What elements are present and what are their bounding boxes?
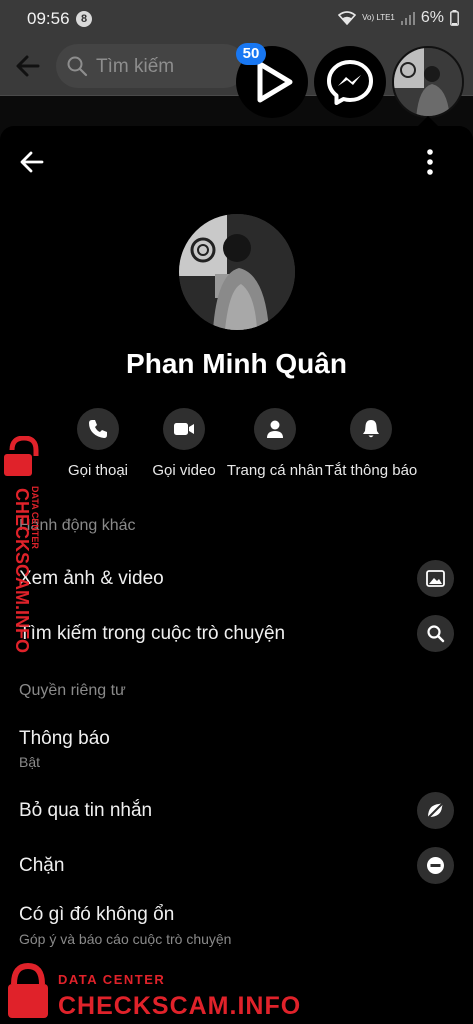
watermark-lock-icon: CHECKSCAM.INFO DATA CENTER	[4, 435, 40, 653]
back-button[interactable]	[14, 144, 50, 180]
person-icon	[267, 420, 283, 438]
something-wrong-description: Góp ý và báo cáo cuộc trò chuyện	[19, 931, 232, 947]
bell-icon	[363, 420, 379, 438]
block-icon	[427, 857, 444, 874]
section-title-privacy: Quyền riêng tư	[19, 682, 126, 699]
search-icon	[427, 625, 445, 643]
ignore-messages-label: Bỏ qua tin nhắn	[19, 800, 153, 821]
network-type: Vo) LTE1	[362, 13, 395, 22]
messenger-icon	[327, 60, 373, 105]
watermark-bottom: DATA CENTER CHECKSCAM.INFO	[6, 962, 306, 1022]
video-camera-icon	[174, 423, 194, 435]
battery-icon	[450, 10, 459, 26]
more-vertical-icon	[427, 149, 433, 175]
notifications-row[interactable]: Thông báo Bật	[0, 722, 473, 774]
ignore-messages-row[interactable]: Bỏ qua tin nhắn	[0, 790, 473, 832]
status-time: 09:56	[27, 9, 70, 28]
status-bar: 09:56 8 Vo) LTE1 6%	[0, 0, 473, 36]
ignore-icon	[427, 802, 444, 819]
watermark-bottom-caption: DATA CENTER	[58, 972, 165, 987]
profile-button[interactable]: Trang cá nhân	[220, 408, 330, 479]
profile-circle	[254, 408, 296, 450]
avatar-image	[394, 48, 462, 116]
watermark-side-caption: DATA CENTER	[30, 486, 40, 549]
mute-label: Tắt thông báo	[324, 462, 418, 479]
quick-actions: Gọi thoại Gọi video Trang cá nhân Tắt th…	[0, 408, 473, 488]
block-row[interactable]: Chặn	[0, 845, 473, 887]
view-media-row[interactable]: Xem ảnh & video	[0, 558, 473, 600]
battery-percent: 6%	[420, 9, 444, 26]
image-icon	[426, 570, 445, 587]
search-placeholder: Tìm kiếm	[96, 56, 175, 77]
search-conversation-label: Tìm kiếm trong cuộc trò chuyện	[19, 623, 286, 644]
view-media-icon-circle	[417, 560, 454, 597]
profile-label: Trang cá nhân	[226, 462, 324, 479]
watermark-side: CHECKSCAM.INFO DATA CENTER	[2, 435, 52, 666]
search-icon	[67, 56, 88, 77]
conversation-details-sheet: Phan Minh Quân Gọi thoại Gọi video Trang…	[0, 126, 473, 1024]
arrow-left-icon	[20, 151, 44, 173]
profile-name: Phan Minh Quân	[126, 348, 347, 379]
arrow-left-icon	[16, 55, 40, 77]
notifications-status: Bật	[19, 754, 41, 770]
profile-avatar[interactable]	[179, 214, 295, 330]
chat-head-pointer	[418, 116, 438, 126]
chat-head-messenger[interactable]	[314, 46, 386, 118]
call-circle	[77, 408, 119, 450]
signal-icon	[400, 12, 415, 25]
status-indicators: Vo) LTE1 6%	[338, 9, 459, 27]
watermark-side-brand: CHECKSCAM.INFO	[12, 488, 32, 653]
app-back-button[interactable]	[12, 50, 44, 82]
wifi-icon	[338, 11, 357, 25]
notification-count-badge: 8	[76, 11, 92, 27]
block-icon-circle	[417, 847, 454, 884]
block-label: Chặn	[19, 855, 65, 876]
watermark-bottom-brand: CHECKSCAM.INFO	[58, 992, 301, 1020]
search-bar[interactable]: Tìm kiếm	[56, 44, 246, 88]
ignore-messages-icon-circle	[417, 792, 454, 829]
search-conversation-row[interactable]: Tìm kiếm trong cuộc trò chuyện	[0, 613, 473, 655]
something-wrong-label: Có gì đó không ổn	[19, 904, 175, 925]
more-options-button[interactable]	[418, 146, 442, 178]
chat-head-avatar[interactable]	[392, 46, 464, 118]
watermark-lock-icon: DATA CENTER CHECKSCAM.INFO	[8, 962, 301, 1020]
video-call-circle	[163, 408, 205, 450]
chat-head-badge: 50	[236, 43, 266, 65]
notifications-label: Thông báo	[19, 728, 110, 749]
something-wrong-row[interactable]: Có gì đó không ổn Góp ý và báo cáo cuộc …	[0, 896, 473, 950]
search-conversation-icon-circle	[417, 615, 454, 652]
mute-circle	[350, 408, 392, 450]
avatar-image	[179, 214, 295, 330]
phone-icon	[89, 420, 107, 438]
mute-button[interactable]: Tắt thông báo	[316, 408, 426, 479]
